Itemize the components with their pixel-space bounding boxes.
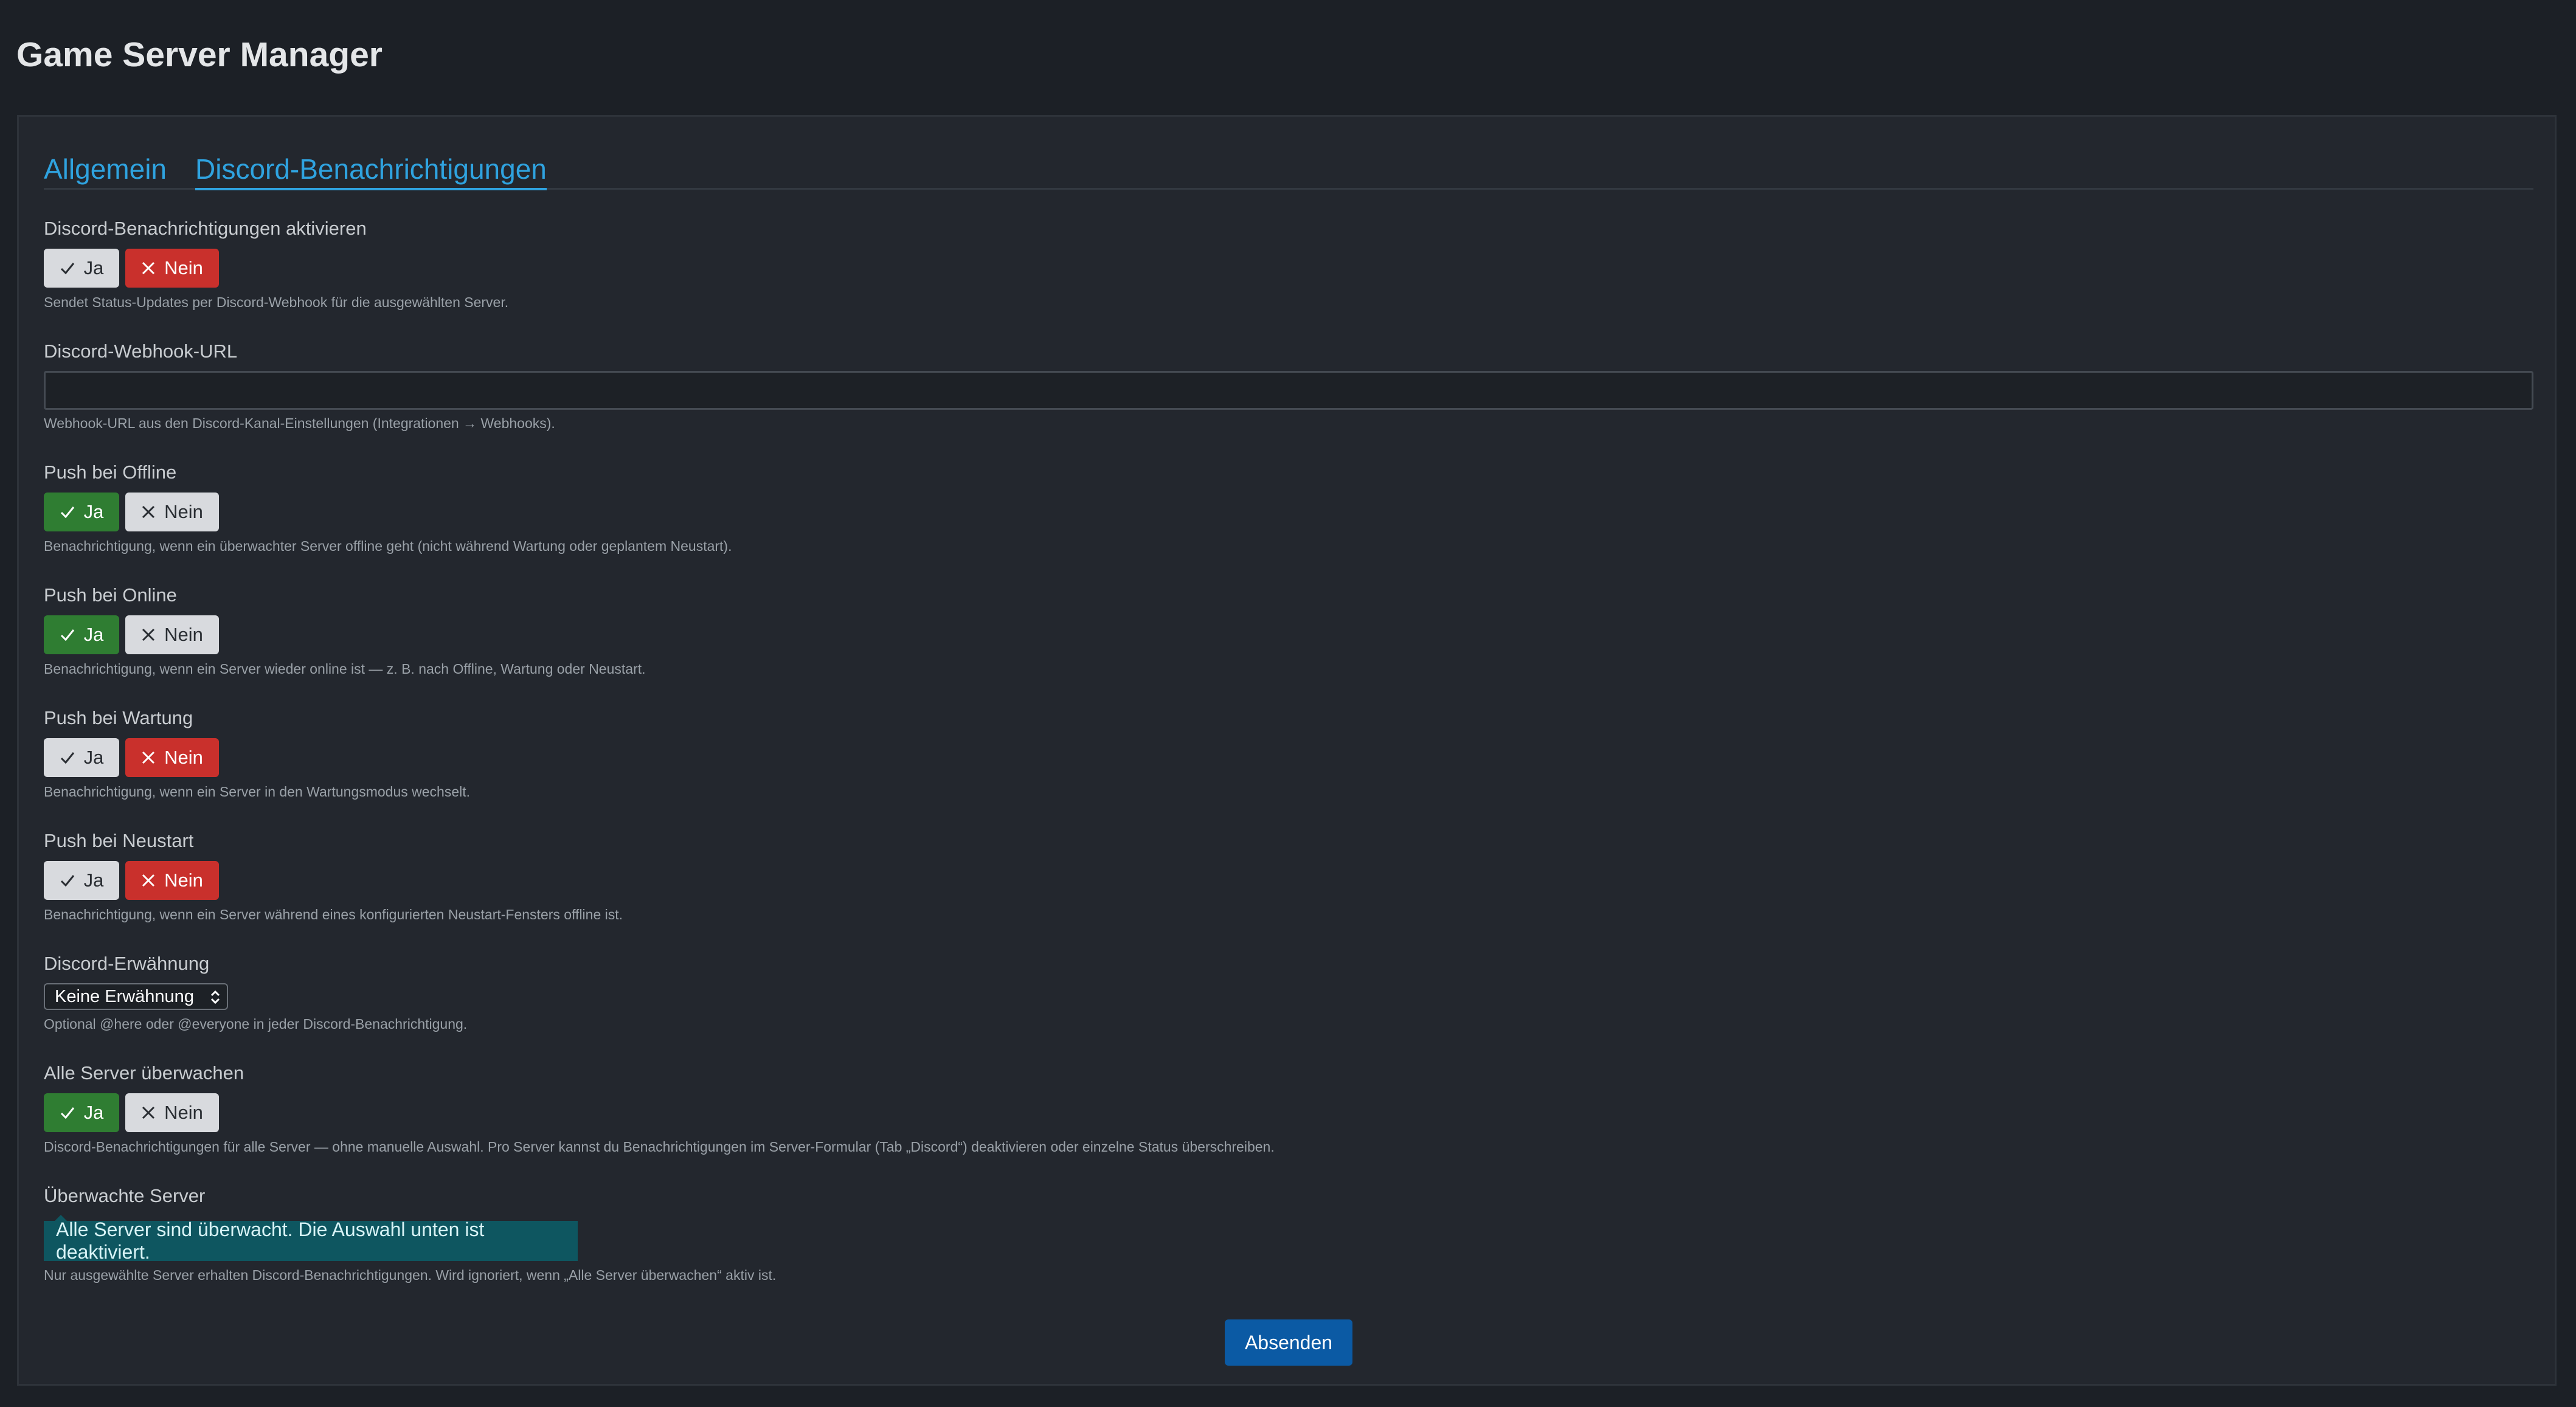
mention-help: Optional @here oder @everyone in jeder D… bbox=[44, 1016, 468, 1032]
all-servers-no-button[interactable]: Nein bbox=[125, 1093, 219, 1132]
x-icon bbox=[142, 874, 155, 887]
online-yes-label: Ja bbox=[83, 624, 104, 645]
app-title: Game Server Manager bbox=[16, 35, 383, 74]
webhook-help: Webhook-URL aus den Discord-Kanal-Einste… bbox=[44, 415, 555, 431]
submit-button[interactable]: Absenden bbox=[1225, 1319, 1352, 1366]
offline-yes-button[interactable]: Ja bbox=[44, 493, 119, 531]
settings-panel: Allgemein Discord-Benachrichtigungen Dis… bbox=[17, 115, 2557, 1386]
watched-banner-text: Alle Server sind überwacht. Die Auswahl … bbox=[56, 1219, 485, 1263]
check-icon bbox=[60, 506, 74, 519]
webhook-url-input[interactable] bbox=[44, 371, 2533, 410]
restart-no-label: Nein bbox=[164, 869, 203, 891]
restart-yes-label: Ja bbox=[83, 869, 104, 891]
check-icon bbox=[60, 875, 74, 887]
check-icon bbox=[60, 1107, 74, 1119]
webhook-label: Discord-Webhook-URL bbox=[44, 341, 238, 362]
all-servers-label: Alle Server überwachen bbox=[44, 1062, 244, 1084]
mention-selected-value: Keine Erwähnung bbox=[55, 986, 194, 1006]
x-icon bbox=[142, 751, 155, 764]
check-icon bbox=[60, 629, 74, 641]
maintenance-yes-label: Ja bbox=[83, 747, 104, 768]
restart-help: Benachrichtigung, wenn ein Server währen… bbox=[44, 907, 623, 922]
mention-select[interactable]: Keine Erwähnung bbox=[44, 983, 228, 1010]
tab-allgemein[interactable]: Allgemein bbox=[44, 150, 167, 188]
offline-no-button[interactable]: Nein bbox=[125, 493, 219, 531]
restart-yes-button[interactable]: Ja bbox=[44, 861, 119, 900]
x-icon bbox=[142, 261, 155, 275]
watched-servers-label: Überwachte Server bbox=[44, 1185, 206, 1206]
enable-no-label: Nein bbox=[164, 257, 203, 278]
all-servers-help: Discord-Benachrichtigungen für alle Serv… bbox=[44, 1139, 1275, 1155]
restart-no-button[interactable]: Nein bbox=[125, 861, 219, 900]
offline-no-label: Nein bbox=[164, 501, 203, 522]
x-icon bbox=[142, 505, 155, 519]
enable-label: Discord-Benachrichtigungen aktivieren bbox=[44, 218, 367, 239]
all-servers-yes-label: Ja bbox=[83, 1102, 104, 1123]
watched-info-banner: Alle Server sind überwacht. Die Auswahl … bbox=[44, 1215, 578, 1263]
maintenance-no-label: Nein bbox=[164, 747, 203, 768]
tab-bar: Allgemein Discord-Benachrichtigungen bbox=[44, 150, 2533, 190]
enable-yes-label: Ja bbox=[83, 257, 104, 278]
all-servers-no-label: Nein bbox=[164, 1102, 203, 1123]
check-icon bbox=[60, 263, 74, 275]
offline-yes-label: Ja bbox=[83, 501, 104, 522]
maintenance-help: Benachrichtigung, wenn ein Server in den… bbox=[44, 784, 471, 800]
offline-label: Push bei Offline bbox=[44, 462, 177, 483]
maintenance-label: Push bei Wartung bbox=[44, 707, 193, 728]
chevron-up-down-icon bbox=[210, 990, 220, 1004]
online-help: Benachrichtigung, wenn ein Server wieder… bbox=[44, 661, 646, 677]
check-icon bbox=[60, 752, 74, 764]
online-no-label: Nein bbox=[164, 624, 203, 645]
watched-help: Nur ausgewählte Server erhalten Discord-… bbox=[44, 1267, 777, 1283]
restart-label: Push bei Neustart bbox=[44, 830, 194, 851]
online-yes-button[interactable]: Ja bbox=[44, 615, 119, 654]
x-icon bbox=[142, 1106, 155, 1119]
enable-no-button[interactable]: Nein bbox=[125, 249, 219, 288]
maintenance-yes-button[interactable]: Ja bbox=[44, 738, 119, 777]
enable-yes-button[interactable]: Ja bbox=[44, 249, 119, 288]
tab-discord[interactable]: Discord-Benachrichtigungen bbox=[195, 150, 547, 190]
online-no-button[interactable]: Nein bbox=[125, 615, 219, 654]
maintenance-no-button[interactable]: Nein bbox=[125, 738, 219, 777]
mention-label: Discord-Erwähnung bbox=[44, 953, 210, 974]
enable-help: Sendet Status-Updates per Discord-Webhoo… bbox=[44, 294, 509, 310]
offline-help: Benachrichtigung, wenn ein überwachter S… bbox=[44, 538, 732, 554]
x-icon bbox=[142, 628, 155, 641]
all-servers-yes-button[interactable]: Ja bbox=[44, 1093, 119, 1132]
online-label: Push bei Online bbox=[44, 584, 177, 606]
